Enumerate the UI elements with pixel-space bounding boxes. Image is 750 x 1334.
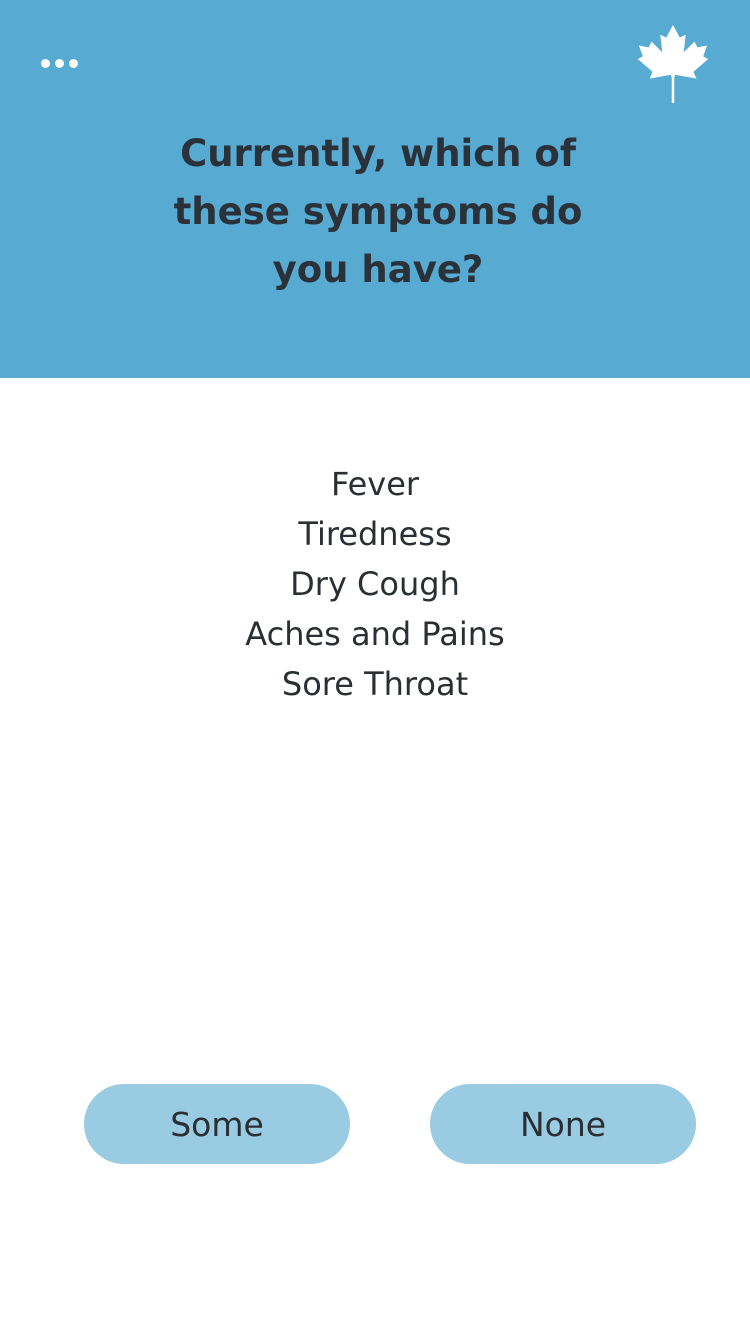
symptom-item: Aches and Pains xyxy=(245,615,505,653)
symptom-item: Sore Throat xyxy=(281,665,469,703)
symptom-item: Fever xyxy=(330,465,420,503)
some-button[interactable]: Some xyxy=(84,1084,350,1164)
menu-dot xyxy=(54,58,64,68)
symptom-item: Tiredness xyxy=(298,515,452,553)
more-options-icon[interactable] xyxy=(30,42,88,84)
question-title: Currently, which of these symptoms do yo… xyxy=(173,132,583,291)
maple-leaf-icon xyxy=(637,25,709,103)
header: Currently, which of these symptoms do yo… xyxy=(0,0,750,378)
none-button[interactable]: None xyxy=(430,1084,696,1164)
menu-dot xyxy=(68,58,78,68)
symptom-list: Fever Tiredness Dry Cough Aches and Pain… xyxy=(0,459,750,709)
symptom-item: Dry Cough xyxy=(290,565,460,603)
menu-dot xyxy=(40,58,50,68)
